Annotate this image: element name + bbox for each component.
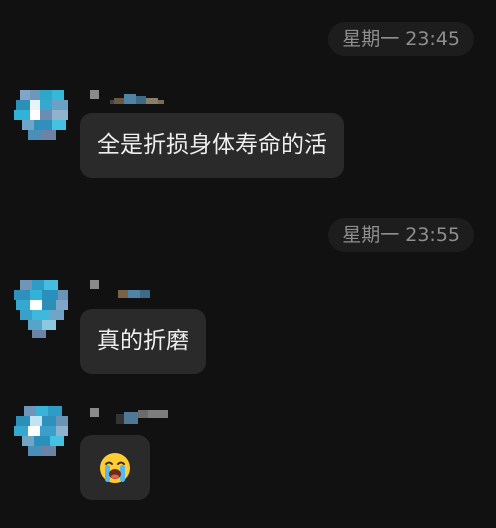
avatar[interactable] xyxy=(10,278,74,342)
avatar[interactable] xyxy=(10,402,74,466)
message-bubble[interactable]: 全是折损身体寿命的活 xyxy=(80,113,344,178)
avatar[interactable] xyxy=(10,86,74,150)
message-bubble[interactable] xyxy=(80,435,150,500)
chat-thread: 星期一 23:45 全是折损身体寿命的活 星期一 23:55 真的折磨 xyxy=(0,0,496,528)
timestamp-pill: 星期一 23:55 xyxy=(328,218,474,252)
sender-name xyxy=(86,90,176,104)
timestamp-pill: 星期一 23:45 xyxy=(328,22,474,56)
sender-name xyxy=(86,408,176,424)
sender-name xyxy=(86,280,176,298)
message-bubble[interactable]: 真的折磨 xyxy=(80,309,206,374)
loudly-crying-face-emoji-icon xyxy=(100,452,130,483)
